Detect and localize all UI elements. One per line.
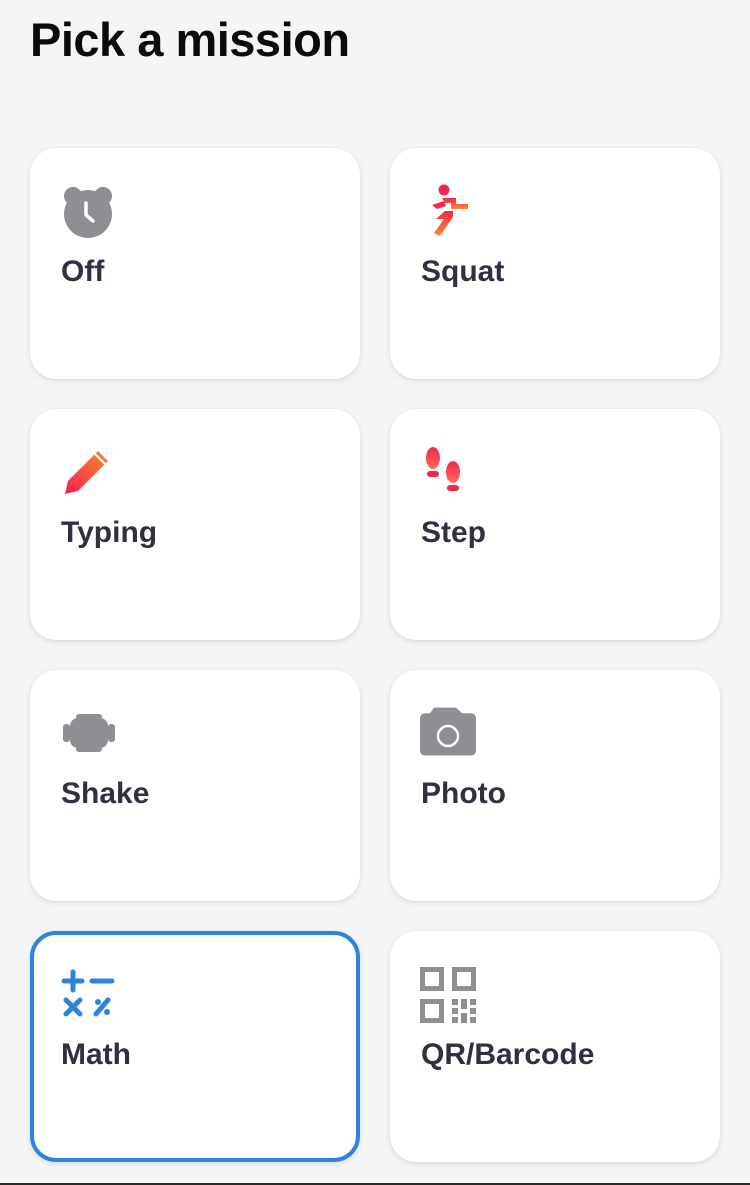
- alarm-clock-off-icon: [64, 187, 112, 238]
- mission-card-step[interactable]: Step: [390, 409, 720, 640]
- mission-card-squat[interactable]: Squat: [390, 148, 720, 379]
- shake-phone-icon: [63, 714, 115, 752]
- mission-card-photo[interactable]: Photo: [390, 670, 720, 901]
- mission-card-qr-barcode[interactable]: QR/Barcode: [390, 931, 720, 1162]
- mission-label-shake: Shake: [61, 777, 150, 810]
- mission-card-shake[interactable]: Shake: [30, 670, 360, 901]
- mission-card-off[interactable]: Off: [30, 148, 360, 379]
- mission-label-step: Step: [421, 516, 487, 549]
- footprints-icon: [426, 447, 460, 491]
- mission-grid: Off Squat Typing Step Shake Photo Math Q…: [30, 148, 720, 1162]
- mission-label-squat: Squat: [421, 255, 505, 288]
- page-title: Pick a mission: [30, 13, 350, 66]
- mission-label-photo: Photo: [421, 777, 506, 810]
- mission-card-math[interactable]: Math: [30, 931, 360, 1162]
- math-operators-icon: [61, 969, 115, 1017]
- mission-card-typing[interactable]: Typing: [30, 409, 360, 640]
- mission-label-math: Math: [61, 1038, 131, 1071]
- mission-label-off: Off: [61, 255, 105, 288]
- mission-label-qr-barcode: QR/Barcode: [421, 1038, 595, 1071]
- mission-label-typing: Typing: [61, 516, 158, 549]
- pencil-icon: [65, 451, 108, 494]
- squat-person-icon: [432, 184, 468, 236]
- camera-icon: [420, 707, 476, 756]
- qr-code-icon: [420, 967, 476, 1023]
